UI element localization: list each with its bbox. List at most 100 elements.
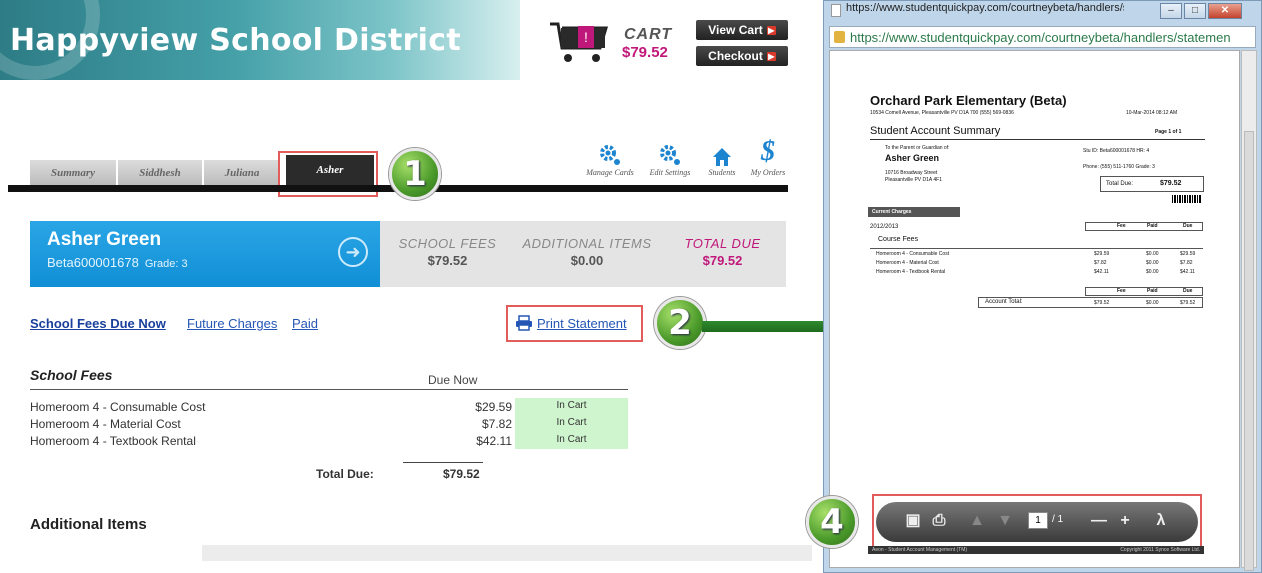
table-divider: [30, 389, 628, 390]
arrow-right-icon: ▶: [766, 25, 776, 35]
doc-line-desc: Homeroom 4 - Material Cost: [876, 260, 939, 266]
doc-account-paid: $0.00: [1146, 300, 1159, 306]
doc-to-parent: To the Parent or Guardian of:: [885, 145, 950, 151]
maximize-button[interactable]: □: [1184, 3, 1206, 19]
doc-col-due: Due: [1183, 223, 1193, 229]
doc-col-paid: Paid: [1147, 288, 1158, 294]
doc-line-desc: Homeroom 4 - Textbook Rental: [876, 269, 946, 275]
doc-footer: Aeon - Student Account Management (TM) C…: [868, 546, 1204, 554]
address-bar[interactable]: https://www.studentquickpay.com/courtney…: [829, 26, 1256, 48]
step-badge-1: 1: [389, 148, 441, 200]
my-orders-tool[interactable]: $ My Orders: [744, 136, 792, 177]
doc-address: 10534 Comell Avenue, Pleasantville PV D1…: [870, 110, 1014, 116]
zoom-out-icon[interactable]: —: [1088, 510, 1110, 532]
additional-items-heading: Additional Items: [30, 516, 147, 533]
scrollbar[interactable]: [1241, 50, 1257, 571]
doc-line-due: $29.59: [1180, 251, 1196, 257]
gear-icon: [580, 140, 640, 168]
doc-line-paid: $0.00: [1146, 269, 1159, 275]
total-divider: [403, 462, 483, 463]
doc-col-paid: Paid: [1147, 223, 1158, 229]
doc-line-fee: $42.11: [1094, 269, 1109, 275]
doc-line-fee: $7.82: [1094, 260, 1107, 266]
cart-label: CART: [624, 26, 673, 43]
home-icon: [700, 140, 744, 168]
checkout-button[interactable]: Checkout ▶: [696, 46, 788, 66]
fee-desc: Homeroom 4 - Consumable Cost: [30, 400, 206, 414]
doc-line-paid: $0.00: [1146, 251, 1159, 257]
page-up-icon[interactable]: ▲: [966, 510, 988, 532]
doc-line-paid: $0.00: [1146, 260, 1159, 266]
doc-student: Asher Green: [885, 153, 940, 163]
adobe-icon[interactable]: λ: [1150, 510, 1172, 532]
doc-col-fee: Fee: [1117, 223, 1126, 229]
tool-label: Students: [708, 168, 736, 177]
doc-year: 2012/2013: [870, 224, 899, 230]
doc-page: Page 1 of 1: [1155, 129, 1182, 135]
tool-label: My Orders: [750, 168, 786, 177]
link-future-charges[interactable]: Future Charges: [187, 316, 277, 331]
student-name: Asher Green: [47, 229, 162, 250]
dollar-icon: $: [761, 136, 775, 167]
doc-divider: [870, 248, 1203, 249]
page-number-input[interactable]: 1: [1028, 512, 1048, 529]
link-print-statement[interactable]: Print Statement: [537, 316, 627, 331]
doc-col-fee: Fee: [1117, 288, 1126, 294]
link-due-now[interactable]: School Fees Due Now: [30, 316, 166, 331]
doc-date: 10-Mar-2014 08:12 AM: [1126, 110, 1178, 116]
fee-amount: $42.11: [476, 434, 512, 448]
scrollbar-thumb[interactable]: [1244, 131, 1254, 571]
table-row: Homeroom 4 - Consumable Cost $29.59 In C…: [30, 398, 628, 415]
doc-account-due: $79.52: [1180, 300, 1196, 306]
close-button[interactable]: ✕: [1208, 3, 1242, 19]
view-cart-button[interactable]: View Cart ▶: [696, 20, 788, 40]
doc-phone: Phone: (555) 511-1760 Grade: 3: [1083, 164, 1155, 170]
school-fees-heading: School Fees: [30, 367, 113, 383]
student-id: Beta600001678: [47, 255, 139, 270]
tab-juliana[interactable]: Juliana: [204, 160, 280, 185]
page-down-icon[interactable]: ▼: [994, 510, 1016, 532]
doc-line: Homeroom 4 - Material Cost $7.82 $0.00 $…: [876, 260, 1206, 268]
doc-course-fees: Course Fees: [878, 236, 919, 243]
cart-amount: $79.52: [622, 44, 668, 61]
minimize-button[interactable]: –: [1160, 3, 1182, 19]
doc-total-label: Total Due:: [1106, 181, 1134, 187]
doc-title: Student Account Summary: [870, 125, 1001, 137]
zoom-in-icon[interactable]: +: [1114, 510, 1136, 532]
student-grade: Grade: 3: [144, 258, 188, 270]
tab-label: Summary: [50, 166, 95, 179]
doc-line-desc: Homeroom 4 - Consumable Cost: [876, 251, 950, 257]
checkout-label: Checkout: [708, 49, 763, 63]
doc-total-value: $79.52: [1160, 180, 1182, 187]
student-card[interactable]: Asher Green Beta600001678 Grade: 3 ➜: [30, 221, 380, 287]
tool-label: Edit Settings: [649, 168, 691, 177]
tab-summary[interactable]: Summary: [30, 160, 116, 185]
manage-cards-tool[interactable]: Manage Cards: [580, 140, 640, 177]
printer-icon[interactable]: [515, 315, 533, 331]
doc-line-due: $42.11: [1180, 269, 1195, 275]
doc-city: Pleasantville PV D1A 4F1: [885, 177, 942, 183]
arrow-circle-icon[interactable]: ➜: [338, 237, 368, 267]
doc-account-total-label: Account Total:: [985, 299, 1023, 305]
table-row: Homeroom 4 - Textbook Rental $42.11 In C…: [30, 432, 628, 449]
students-tool[interactable]: Students: [700, 140, 744, 177]
popup-title: https://www.studentquickpay.com/courtney…: [846, 2, 1124, 14]
lock-icon: [834, 31, 845, 43]
fee-amount: $7.82: [481, 417, 512, 431]
tab-siddhesh[interactable]: Siddhesh: [118, 160, 202, 185]
gear-icon: [640, 140, 700, 168]
fee-status: In Cart: [515, 432, 628, 449]
school-fees-summary: SCHOOL FEES $79.52: [380, 236, 515, 268]
additional-items-summary: ADDITIONAL ITEMS $0.00: [519, 236, 655, 268]
district-title: Happyview School District: [10, 23, 461, 58]
edit-settings-tool[interactable]: Edit Settings: [640, 140, 700, 177]
print-icon[interactable]: ⎙: [928, 510, 950, 532]
doc-stu-id: Stu ID: Beta600001678 HR: 4: [1083, 148, 1150, 154]
summary-label: SCHOOL FEES: [398, 236, 497, 251]
tab-label: Juliana: [224, 166, 260, 179]
address-url: https://www.studentquickpay.com/courtney…: [850, 30, 1231, 45]
fee-status: In Cart: [515, 398, 628, 415]
cart-icon[interactable]: !: [548, 18, 610, 66]
link-paid[interactable]: Paid: [292, 316, 318, 331]
save-icon[interactable]: ▣: [902, 510, 924, 532]
